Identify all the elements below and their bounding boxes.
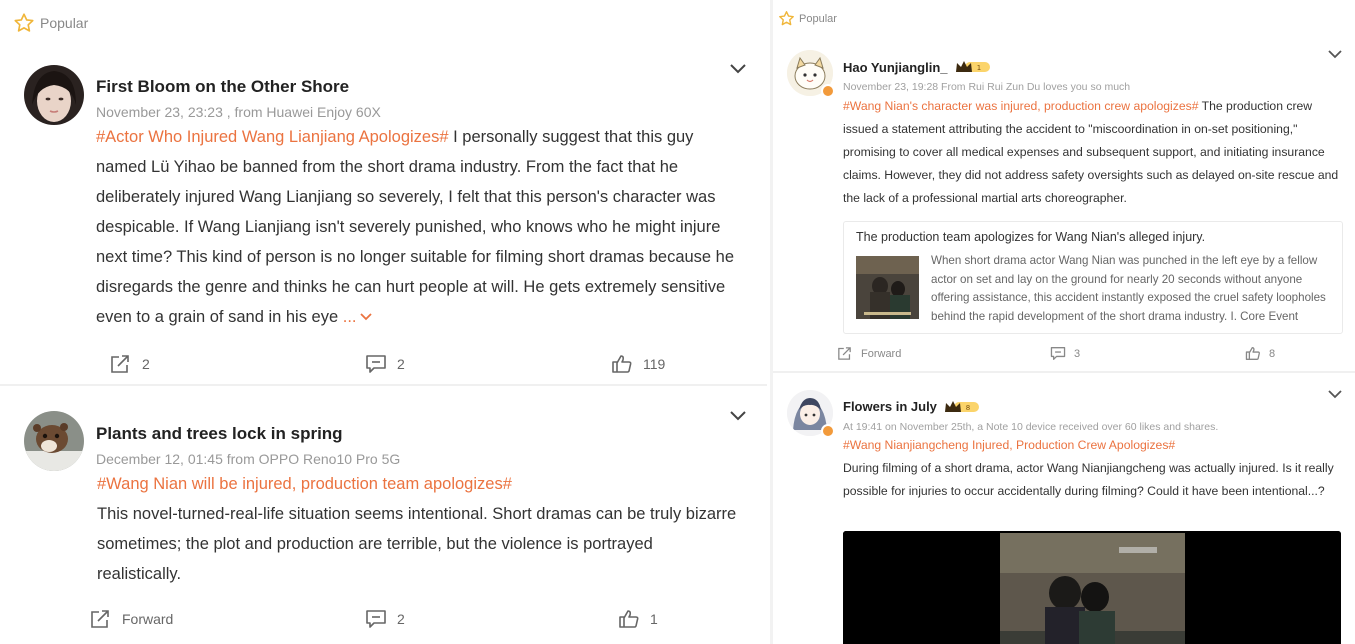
- hashtag-link[interactable]: #Wang Nian will be injured, production t…: [97, 469, 737, 499]
- post-meta: At 19:41 on November 25th, a Note 10 dev…: [843, 421, 1219, 433]
- thumbs-up-icon: [619, 610, 639, 628]
- share-icon: [91, 610, 109, 628]
- post-text: During filming of a short drama, actor W…: [843, 461, 1334, 498]
- forward-button[interactable]: Forward: [88, 609, 173, 629]
- post-body: #Wang Nian will be injured, production t…: [97, 469, 737, 589]
- chevron-down-icon[interactable]: [1327, 388, 1343, 400]
- right-feed-pane: Popular Hao Yunjianglin_ 1 November 23, …: [770, 0, 1355, 644]
- vip-crown-icon: 8: [945, 401, 979, 412]
- post-body: #Wang Nianjiangcheng Injured, Production…: [843, 434, 1343, 503]
- like-button[interactable]: 1: [618, 609, 658, 629]
- author-name[interactable]: Plants and trees lock in spring: [96, 424, 343, 444]
- comment-button[interactable]: 2: [365, 609, 405, 629]
- feed-post: Flowers in July 8 At 19:41 on November 2…: [773, 0, 1355, 644]
- avatar[interactable]: [24, 411, 84, 471]
- chevron-down-icon[interactable]: [728, 409, 748, 423]
- author-name[interactable]: Flowers in July: [843, 399, 937, 414]
- svg-text:8: 8: [966, 404, 970, 412]
- hashtag-link[interactable]: #Wang Nianjiangcheng Injured, Production…: [843, 434, 1343, 457]
- post-text: This novel-turned-real-life situation se…: [97, 505, 737, 583]
- post-actions: Forward 2 1: [0, 609, 767, 633]
- comment-icon: [366, 610, 386, 628]
- left-feed-pane: Popular First Bloom on the Other Shore N…: [0, 0, 767, 644]
- post-meta: December 12, 01:45 from OPPO Reno10 Pro …: [96, 451, 401, 467]
- verified-badge-icon: [821, 424, 835, 438]
- video-player[interactable]: [843, 531, 1341, 644]
- feed-post: Plants and trees lock in spring December…: [0, 0, 767, 644]
